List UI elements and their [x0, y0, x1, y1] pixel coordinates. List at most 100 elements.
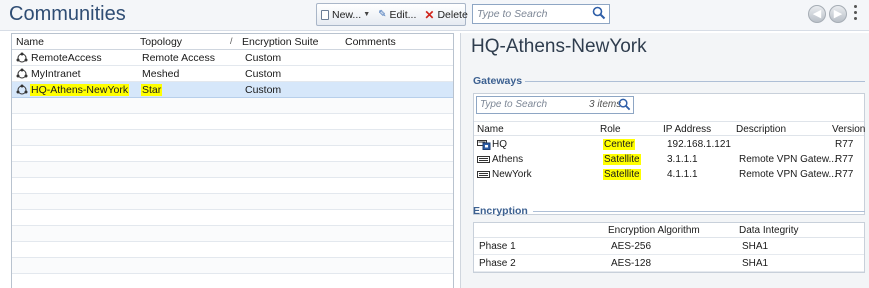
data-integrity: SHA1 [742, 241, 769, 252]
row-topology: Remote Access [142, 52, 215, 64]
row-name: RemoteAccess [31, 52, 102, 64]
empty-row [12, 194, 453, 210]
empty-row [12, 130, 453, 146]
column-header-encryption-algorithm[interactable]: Encryption Algorithm [608, 225, 700, 236]
section-divider [525, 81, 865, 82]
community-star-icon [16, 84, 28, 95]
gateway-row[interactable]: HQ Center 192.168.1.121 R77 [474, 137, 864, 152]
gateway-ip: 4.1.1.1 [667, 169, 698, 180]
gateway-description: Remote VPN Gatew... [739, 169, 837, 180]
column-header-role[interactable]: Role [600, 124, 621, 135]
delete-x-icon: ✕ [424, 7, 435, 22]
gateway-ip: 3.1.1.1 [667, 154, 698, 165]
column-header-data-integrity[interactable]: Data Integrity [739, 225, 798, 236]
details-pane: HQ-Athens-NewYork Gateways Type to Searc… [460, 33, 869, 288]
gateway-name: Athens [492, 154, 524, 165]
row-topology: Meshed [142, 68, 180, 80]
search-icon[interactable] [592, 6, 606, 20]
table-row[interactable]: RemoteAccess Remote Access Custom [12, 50, 453, 66]
encryption-algorithm: AES-128 [611, 258, 652, 269]
column-header-name[interactable]: Name [477, 124, 504, 135]
search-icon[interactable] [618, 98, 631, 111]
column-header-ip-address[interactable]: IP Address [663, 124, 711, 135]
encryption-table: Encryption Algorithm Data Integrity Phas… [473, 222, 865, 273]
more-options-icon[interactable] [854, 5, 858, 23]
row-name: MyIntranet [31, 68, 81, 80]
data-integrity: SHA1 [742, 258, 769, 269]
gateway-description: Remote VPN Gatew... [739, 154, 837, 165]
gateways-table-header: Name Role IP Address Description Version [474, 121, 865, 136]
empty-row [12, 162, 453, 178]
empty-row [12, 274, 453, 288]
gateway-role: Satellite [603, 169, 641, 180]
edit-button-label: Edit... [389, 8, 417, 21]
column-header-version[interactable]: Version [832, 124, 865, 135]
community-mesh-icon [16, 52, 28, 63]
back-arrow-icon: ◀ [812, 8, 822, 20]
empty-row [12, 258, 453, 274]
empty-rows [12, 98, 453, 288]
cluster-icon [477, 140, 491, 150]
gateway-row[interactable]: Athens Satellite 3.1.1.1 Remote VPN Gate… [474, 152, 864, 167]
table-header: Name Topology / Encryption Suite Comment… [12, 34, 453, 50]
gateway-row[interactable]: NewYork Satellite 4.1.1.1 Remote VPN Gat… [474, 167, 864, 182]
delete-button[interactable]: ✕ Delete [420, 4, 471, 25]
sort-indicator-icon: / [230, 36, 233, 46]
encryption-section-title: Encryption [473, 205, 528, 217]
toolbar: New... ▼ ✎ Edit... ✕ Delete [316, 3, 468, 26]
table-row[interactable]: MyIntranet Meshed Custom [12, 66, 453, 82]
chevron-down-icon[interactable]: ▼ [363, 11, 370, 18]
gateway-version: R77 [835, 139, 854, 150]
new-document-icon [321, 9, 329, 20]
row-topology: Star [141, 84, 163, 96]
encryption-table-header: Encryption Algorithm Data Integrity [474, 223, 864, 238]
edit-button[interactable]: ✎ Edit... [374, 4, 420, 25]
pencil-icon: ✎ [378, 9, 387, 20]
search-input[interactable]: Type to Search [472, 4, 610, 24]
empty-row [12, 242, 453, 258]
gateway-version: R77 [835, 169, 854, 180]
details-title: HQ-Athens-NewYork [471, 36, 647, 57]
column-header-comments[interactable]: Comments [345, 36, 396, 48]
gateway-icon [477, 156, 490, 163]
new-button-label: New... [332, 8, 362, 21]
empty-row [12, 178, 453, 194]
empty-row [12, 226, 453, 242]
gateway-role: Center [603, 139, 636, 150]
delete-button-label: Delete [437, 8, 468, 21]
section-divider [533, 211, 865, 212]
encryption-phase: Phase 1 [479, 241, 516, 252]
gateway-icon [477, 171, 490, 178]
encryption-row[interactable]: Phase 2 AES-128 SHA1 [474, 256, 864, 272]
gateway-ip: 192.168.1.121 [667, 139, 731, 150]
empty-row [12, 210, 453, 226]
empty-row [12, 98, 453, 114]
empty-row [12, 146, 453, 162]
gateway-version: R77 [835, 154, 854, 165]
gateways-search-input[interactable]: Type to Search 3 items [476, 96, 634, 114]
encryption-phase: Phase 2 [479, 258, 516, 269]
gateways-search-placeholder: Type to Search [480, 99, 548, 110]
row-encryption-suite: Custom [245, 68, 282, 80]
column-header-topology[interactable]: Topology [140, 36, 182, 48]
row-name: HQ-Athens-NewYork [30, 84, 130, 96]
back-button[interactable]: ◀ [808, 5, 826, 23]
gateways-section-title: Gateways [473, 75, 523, 87]
forward-arrow-icon: ▶ [833, 8, 843, 20]
column-header-name[interactable]: Name [16, 36, 44, 48]
column-header-description[interactable]: Description [736, 124, 786, 135]
encryption-row[interactable]: Phase 1 AES-256 SHA1 [474, 239, 864, 255]
new-button[interactable]: New... ▼ [317, 4, 374, 25]
community-mesh-icon [16, 68, 28, 79]
row-encryption-suite: Custom [245, 84, 282, 96]
gateway-name: HQ [492, 139, 507, 150]
forward-button[interactable]: ▶ [829, 5, 847, 23]
gateways-table: Type to Search 3 items Name Role IP Addr… [473, 93, 865, 215]
page-title: Communities [9, 3, 126, 25]
top-bar: Communities New... ▼ ✎ Edit... ✕ Delete … [0, 0, 869, 31]
column-header-encryption-suite[interactable]: Encryption Suite [242, 36, 318, 48]
gateway-name: NewYork [492, 169, 532, 180]
table-row-selected[interactable]: HQ-Athens-NewYork Star Custom [12, 82, 453, 98]
gateways-item-count: 3 items [589, 99, 622, 110]
encryption-algorithm: AES-256 [611, 241, 652, 252]
